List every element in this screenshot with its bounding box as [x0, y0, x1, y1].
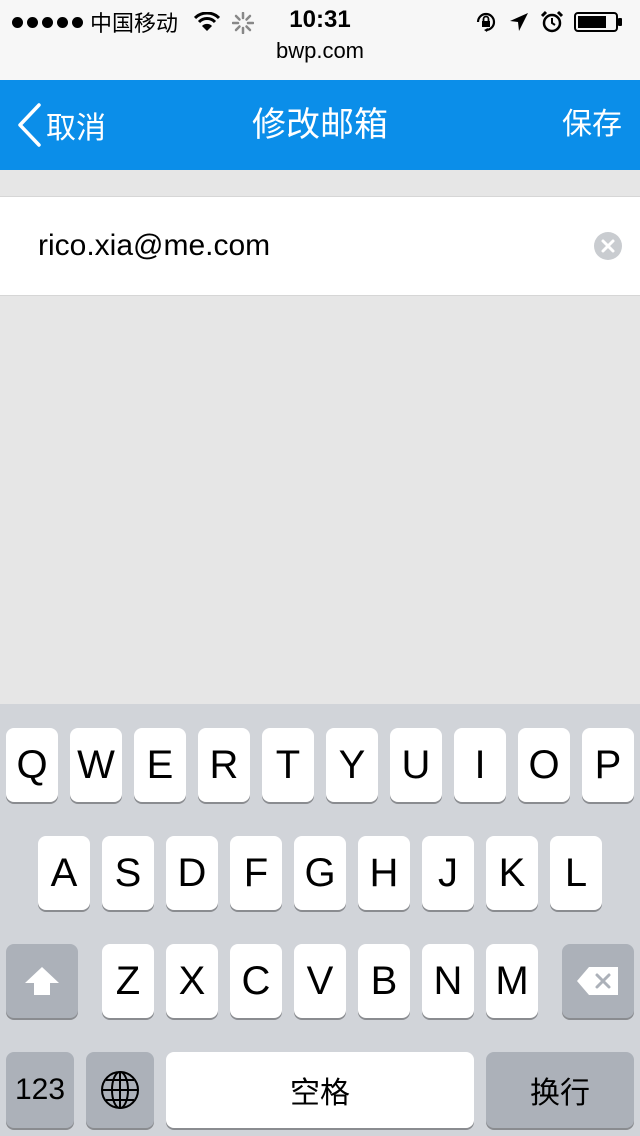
- key-letter-label: W: [77, 742, 115, 787]
- key-letter[interactable]: F: [230, 836, 282, 910]
- key-letter-label: T: [275, 742, 301, 787]
- key-letter-label: F: [243, 850, 269, 895]
- key-letter[interactable]: G: [294, 836, 346, 910]
- globe-icon: [101, 1071, 139, 1109]
- cancel-button[interactable]: 取消: [16, 80, 106, 170]
- clear-text-icon[interactable]: [592, 230, 624, 262]
- key-letter[interactable]: Z: [102, 944, 154, 1018]
- email-field-row: [0, 196, 640, 296]
- key-letter[interactable]: U: [390, 728, 442, 802]
- key-letter-label: J: [438, 850, 458, 895]
- key-letter-label: D: [177, 850, 207, 895]
- key-letter[interactable]: M: [486, 944, 538, 1018]
- key-letter[interactable]: B: [358, 944, 410, 1018]
- key-letter-label: P: [594, 742, 622, 787]
- key-letter[interactable]: J: [422, 836, 474, 910]
- key-letter-label: K: [498, 850, 526, 895]
- globe-key[interactable]: [86, 1052, 154, 1128]
- location-arrow-icon: [510, 13, 528, 31]
- orientation-lock-icon: [476, 12, 496, 32]
- key-letter[interactable]: D: [166, 836, 218, 910]
- key-letter-label: R: [209, 742, 239, 787]
- key-letter-label: Y: [338, 742, 366, 787]
- key-letter-label: N: [433, 958, 463, 1003]
- shift-key[interactable]: [6, 944, 78, 1018]
- key-letter[interactable]: X: [166, 944, 218, 1018]
- key-letter[interactable]: R: [198, 728, 250, 802]
- key-letter[interactable]: K: [486, 836, 538, 910]
- key-letter[interactable]: N: [422, 944, 474, 1018]
- navigation-bar: 取消 修改邮箱 保存: [0, 80, 640, 170]
- key-letter[interactable]: V: [294, 944, 346, 1018]
- page-url: bwp.com: [275, 38, 365, 63]
- key-letter-label: G: [304, 850, 336, 895]
- email-field[interactable]: [38, 197, 578, 295]
- space-key[interactable]: 空格: [166, 1052, 474, 1128]
- key-letter-label: Q: [16, 742, 48, 787]
- alarm-icon: [540, 10, 564, 33]
- key-letter[interactable]: L: [550, 836, 602, 910]
- return-key[interactable]: 换行: [486, 1052, 634, 1128]
- key-letter[interactable]: A: [38, 836, 90, 910]
- on-screen-keyboard: 123 空格 换行 QWERTYUIOP ASDFGHJKL ZXCVBNM: [0, 704, 640, 1136]
- save-button[interactable]: 保存: [562, 80, 622, 170]
- key-letter-label: A: [50, 850, 78, 895]
- shift-arrow-icon: [25, 967, 59, 995]
- key-letter[interactable]: Q: [6, 728, 58, 802]
- backspace-icon: [577, 967, 618, 995]
- key-letter-label: X: [178, 958, 206, 1003]
- key-letter-label: E: [146, 742, 174, 787]
- key-letter[interactable]: O: [518, 728, 570, 802]
- key-letter-label: I: [474, 742, 486, 787]
- key-letter[interactable]: I: [454, 728, 506, 802]
- key-letter[interactable]: C: [230, 944, 282, 1018]
- key-letter-label: O: [528, 742, 560, 787]
- key-letter[interactable]: W: [70, 728, 122, 802]
- delete-key[interactable]: [562, 944, 634, 1018]
- battery-icon: [574, 12, 622, 32]
- key-letter-label: U: [401, 742, 431, 787]
- chevron-left-icon: [18, 103, 41, 147]
- key-letter-label: B: [370, 958, 398, 1003]
- key-letter[interactable]: E: [134, 728, 186, 802]
- key-letter-label: C: [241, 958, 271, 1003]
- status-bar: 中国移动 10:31 bwp.com: [0, 0, 640, 80]
- key-letter[interactable]: Y: [326, 728, 378, 802]
- key-letter-label: S: [114, 850, 142, 895]
- numbers-key[interactable]: 123: [6, 1052, 74, 1128]
- key-letter[interactable]: P: [582, 728, 634, 802]
- key-letter-label: L: [564, 850, 588, 895]
- key-letter-label: M: [495, 958, 529, 1003]
- key-letter-label: Z: [115, 958, 141, 1003]
- key-letter-label: V: [306, 958, 334, 1003]
- key-letter[interactable]: T: [262, 728, 314, 802]
- key-letter[interactable]: S: [102, 836, 154, 910]
- key-letter[interactable]: H: [358, 836, 410, 910]
- key-letter-label: H: [369, 850, 399, 895]
- cancel-label: 取消: [46, 112, 106, 145]
